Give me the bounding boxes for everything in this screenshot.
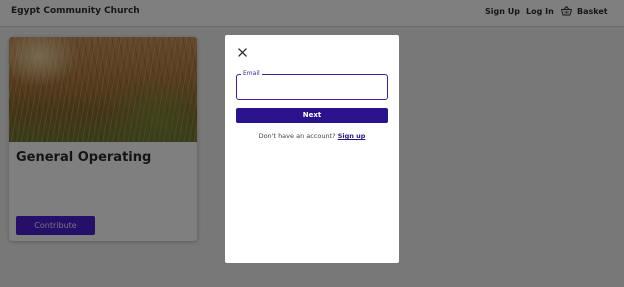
sign-up-link[interactable]: Sign up — [338, 132, 366, 140]
no-account-text: Don't have an account? — [258, 132, 336, 140]
email-field[interactable]: Email — [236, 70, 388, 100]
email-input[interactable] — [242, 81, 382, 93]
close-icon — [237, 47, 247, 57]
app-root: Egypt Community Church Sign Up Log In Ba… — [0, 0, 624, 287]
close-button[interactable] — [235, 45, 249, 59]
login-modal: Email Next Don't have an account? Sign u… — [225, 35, 399, 263]
next-button[interactable]: Next — [236, 108, 388, 123]
sign-up-prompt: Don't have an account? Sign up — [225, 132, 399, 140]
email-label: Email — [241, 70, 262, 78]
